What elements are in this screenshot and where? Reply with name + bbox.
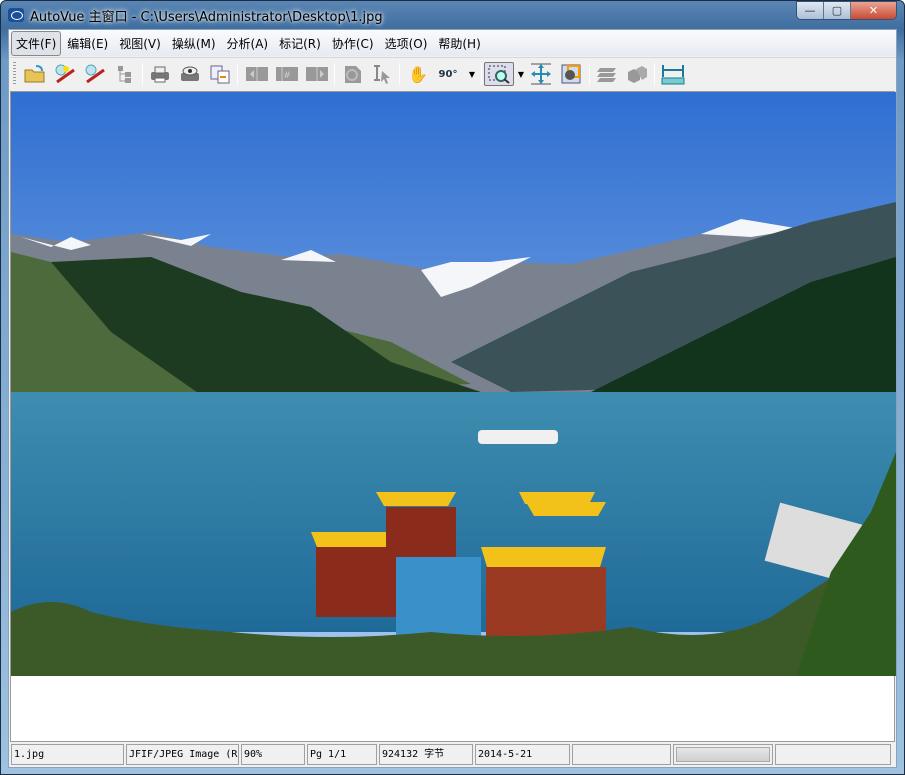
status-empty-cell: [572, 744, 671, 765]
autovue-app-icon: [8, 8, 24, 22]
maximize-button[interactable]: ▢: [824, 2, 851, 19]
title-bar: AutoVue 主窗口 - C:\Users\Administrator\Des…: [8, 4, 383, 26]
status-zoom: 90%: [241, 744, 305, 765]
status-file-size: 924132 字节: [379, 744, 473, 765]
3d-parts-icon[interactable]: [624, 62, 650, 86]
pan-hand-icon[interactable]: ✋: [405, 62, 431, 86]
menu-bar: 文件(F) 编辑(E) 视图(V) 操纵(M) 分析(A) 标记(R) 协作(C…: [9, 30, 896, 56]
menu-options[interactable]: 选项(O): [380, 31, 433, 56]
status-date: 2014-5-21: [475, 744, 570, 765]
menu-view[interactable]: 视图(V): [114, 31, 166, 56]
previous-page-icon[interactable]: [244, 62, 270, 86]
menu-analyze[interactable]: 分析(A): [222, 31, 274, 56]
zoom-dropdown-icon[interactable]: ▼: [514, 62, 528, 86]
toolbar-grip[interactable]: [13, 62, 16, 86]
status-file-type: JFIF/JPEG Image (R: [126, 744, 239, 765]
fit-extents-icon[interactable]: [528, 62, 554, 86]
client-area: 文件(F) 编辑(E) 视图(V) 操纵(M) 分析(A) 标记(R) 协作(C…: [8, 29, 897, 768]
menu-manipulate[interactable]: 操纵(M): [167, 31, 221, 56]
convert-icon[interactable]: [207, 62, 233, 86]
image-viewport[interactable]: [10, 91, 896, 742]
markup-open-icon[interactable]: [82, 62, 108, 86]
menu-edit[interactable]: 编辑(E): [62, 31, 113, 56]
status-file-name: 1.jpg: [11, 744, 124, 765]
select-text-icon[interactable]: [369, 62, 395, 86]
measure-distance-icon[interactable]: [660, 62, 686, 86]
toolbar: # ✋ 90° ▼ ▼: [9, 57, 896, 90]
minimize-button[interactable]: —: [797, 2, 824, 19]
magnifier-window-icon[interactable]: [558, 62, 584, 86]
rotate-button[interactable]: 90°: [435, 62, 461, 86]
print-icon[interactable]: [147, 62, 173, 86]
status-bar: 1.jpg JFIF/JPEG Image (R 90% Pg 1/1 9241…: [9, 743, 896, 767]
print-preview-icon[interactable]: [177, 62, 203, 86]
goto-page-icon[interactable]: #: [274, 62, 300, 86]
svg-text:#: #: [283, 71, 291, 81]
window-controls: — ▢ ✕: [796, 1, 897, 20]
markup-new-icon[interactable]: [52, 62, 78, 86]
menu-collaborate[interactable]: 协作(C): [327, 31, 379, 56]
rotate-dropdown-icon[interactable]: ▼: [465, 62, 479, 86]
landscape-photo: [11, 92, 896, 676]
menu-file[interactable]: 文件(F): [11, 30, 62, 56]
status-page: Pg 1/1: [307, 744, 377, 765]
layers-icon[interactable]: [594, 62, 620, 86]
close-button[interactable]: ✕: [851, 2, 896, 19]
next-page-icon[interactable]: [304, 62, 330, 86]
status-progress-bar: [673, 744, 773, 765]
window-title: AutoVue 主窗口 - C:\Users\Administrator\Des…: [30, 9, 383, 25]
status-empty-cell-2: [775, 744, 891, 765]
menu-help[interactable]: 帮助(H): [433, 31, 485, 56]
open-folder-icon[interactable]: [22, 62, 48, 86]
zoom-box-icon[interactable]: [484, 62, 514, 86]
menu-markup[interactable]: 标记(R): [274, 31, 326, 56]
search-text-icon[interactable]: [340, 62, 366, 86]
tree-icon[interactable]: [112, 62, 138, 86]
rotate-90-label: 90°: [438, 68, 458, 80]
